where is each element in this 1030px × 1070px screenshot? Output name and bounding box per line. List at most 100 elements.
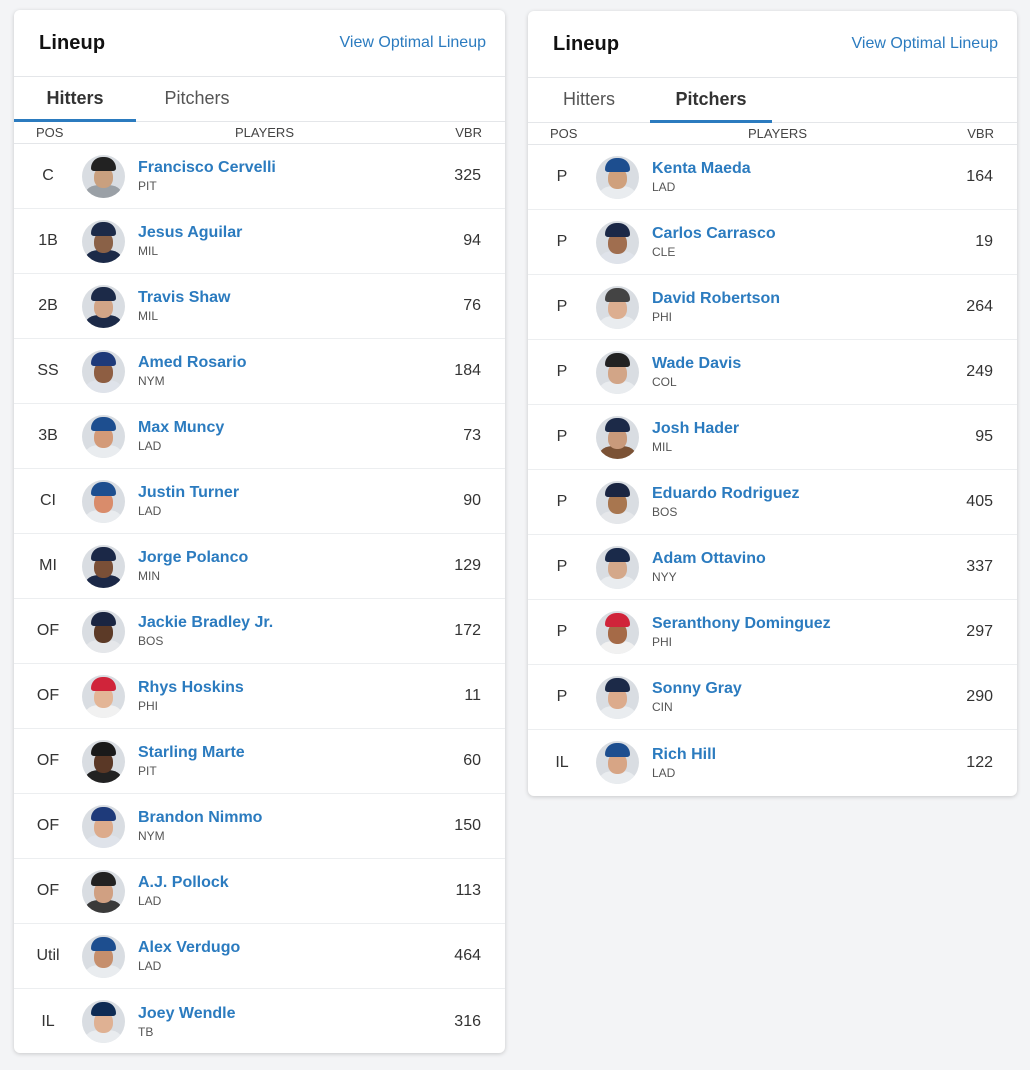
- player-avatar[interactable]: [596, 675, 639, 719]
- card-title: Lineup: [39, 31, 106, 54]
- player-name-link[interactable]: Justin Turner: [138, 483, 425, 502]
- table-row: P Sonny Gray CIN 290: [528, 665, 1017, 730]
- vbr-value: 19: [975, 233, 993, 250]
- player-name-link[interactable]: Francisco Cervelli: [138, 158, 425, 177]
- column-header-pos[interactable]: POS: [14, 125, 84, 140]
- player-name-link[interactable]: Jorge Polanco: [138, 548, 425, 567]
- vbr-value: 150: [454, 817, 481, 834]
- player-name-link[interactable]: Rhys Hoskins: [138, 678, 425, 697]
- column-header-pos[interactable]: POS: [528, 126, 598, 141]
- player-avatar[interactable]: [82, 804, 125, 848]
- player-info: Jesus Aguilar MIL: [125, 223, 425, 259]
- player-avatar[interactable]: [596, 545, 639, 589]
- avatar-cap: [91, 351, 116, 366]
- player-avatar[interactable]: [82, 739, 125, 783]
- player-name-link[interactable]: Eduardo Rodriguez: [652, 484, 937, 503]
- vbr-value: 264: [966, 298, 993, 315]
- player-avatar[interactable]: [82, 544, 125, 588]
- player-name-link[interactable]: Joey Wendle: [138, 1004, 425, 1023]
- tab-pitchers[interactable]: Pitchers: [650, 78, 772, 123]
- player-name-link[interactable]: Travis Shaw: [138, 288, 425, 307]
- player-team: CLE: [652, 245, 676, 259]
- player-team: LAD: [138, 439, 162, 453]
- player-name-link[interactable]: Kenta Maeda: [652, 159, 937, 178]
- position-label: C: [42, 167, 54, 184]
- player-name-link[interactable]: David Robertson: [652, 289, 937, 308]
- player-name-link[interactable]: Rich Hill: [652, 745, 937, 764]
- table-row: 3B Max Muncy LAD 73: [14, 404, 505, 469]
- player-name-link[interactable]: Starling Marte: [138, 743, 425, 762]
- player-team: PHI: [652, 635, 673, 649]
- player-avatar[interactable]: [82, 219, 125, 263]
- tab-hitters[interactable]: Hitters: [14, 77, 136, 122]
- table-row: OF Starling Marte PIT 60: [14, 729, 505, 794]
- vbr-value: 337: [966, 558, 993, 575]
- player-name-link[interactable]: Adam Ottavino: [652, 549, 937, 568]
- player-team: BOS: [138, 634, 164, 648]
- view-optimal-lineup-link[interactable]: View Optimal Lineup: [340, 34, 486, 52]
- player-avatar[interactable]: [596, 480, 639, 524]
- player-name-link[interactable]: Brandon Nimmo: [138, 808, 425, 827]
- player-name-link[interactable]: Amed Rosario: [138, 353, 425, 372]
- position-label: P: [556, 493, 568, 510]
- player-name-link[interactable]: Jackie Bradley Jr.: [138, 613, 425, 632]
- player-name-link[interactable]: Carlos Carrasco: [652, 224, 937, 243]
- player-name-link[interactable]: Jesus Aguilar: [138, 223, 425, 242]
- player-team: CIN: [652, 700, 673, 714]
- table-row: P Josh Hader MIL 95: [528, 405, 1017, 470]
- player-name-link[interactable]: Alex Verdugo: [138, 938, 425, 957]
- position-label: 3B: [38, 427, 58, 444]
- player-avatar[interactable]: [596, 350, 639, 394]
- vbr-value: 73: [463, 427, 481, 444]
- tab-pitchers[interactable]: Pitchers: [136, 77, 258, 122]
- column-header-vbr[interactable]: VBR: [435, 125, 505, 140]
- player-info: Josh Hader MIL: [639, 419, 937, 455]
- vbr-value: 184: [454, 362, 481, 379]
- player-name-link[interactable]: Josh Hader: [652, 419, 937, 438]
- player-avatar[interactable]: [82, 609, 125, 653]
- player-info: Alex Verdugo LAD: [125, 938, 425, 974]
- view-optimal-lineup-link[interactable]: View Optimal Lineup: [852, 35, 998, 53]
- player-name-link[interactable]: Seranthony Dominguez: [652, 614, 937, 633]
- player-avatar[interactable]: [82, 869, 125, 913]
- player-team: PIT: [138, 179, 157, 193]
- player-info: Joey Wendle TB: [125, 1004, 425, 1040]
- avatar-cap: [605, 482, 630, 497]
- table-header: POS PLAYERS VBR: [14, 122, 505, 144]
- player-avatar[interactable]: [82, 934, 125, 978]
- vbr-value: 60: [463, 752, 481, 769]
- player-avatar[interactable]: [596, 285, 639, 329]
- player-team: NYM: [138, 829, 165, 843]
- player-team: LAD: [138, 959, 162, 973]
- player-name-link[interactable]: Max Muncy: [138, 418, 425, 437]
- position-label: P: [556, 558, 568, 575]
- player-avatar[interactable]: [596, 610, 639, 654]
- player-avatar[interactable]: [82, 349, 125, 393]
- column-header-players[interactable]: PLAYERS: [598, 126, 947, 141]
- player-name-link[interactable]: A.J. Pollock: [138, 873, 425, 892]
- column-header-players[interactable]: PLAYERS: [84, 125, 435, 140]
- position-label: Util: [36, 947, 60, 964]
- table-row: MI Jorge Polanco MIN 129: [14, 534, 505, 599]
- player-avatar[interactable]: [82, 154, 125, 198]
- player-avatar[interactable]: [596, 220, 639, 264]
- table-row: IL Rich Hill LAD 122: [528, 730, 1017, 795]
- player-avatar[interactable]: [82, 414, 125, 458]
- column-header-vbr[interactable]: VBR: [947, 126, 1017, 141]
- player-avatar[interactable]: [82, 284, 125, 328]
- player-avatar[interactable]: [596, 415, 639, 459]
- position-label: P: [556, 688, 568, 705]
- position-label: OF: [36, 752, 60, 769]
- player-name-link[interactable]: Wade Davis: [652, 354, 937, 373]
- player-team: NYM: [138, 374, 165, 388]
- player-avatar[interactable]: [596, 741, 639, 784]
- player-avatar[interactable]: [82, 1000, 125, 1043]
- position-label: P: [556, 168, 568, 185]
- player-avatar[interactable]: [82, 479, 125, 523]
- player-info: Jackie Bradley Jr. BOS: [125, 613, 425, 649]
- player-avatar[interactable]: [596, 155, 639, 199]
- player-name-link[interactable]: Sonny Gray: [652, 679, 937, 698]
- player-avatar[interactable]: [82, 674, 125, 718]
- vbr-value: 325: [454, 167, 481, 184]
- tab-hitters[interactable]: Hitters: [528, 78, 650, 123]
